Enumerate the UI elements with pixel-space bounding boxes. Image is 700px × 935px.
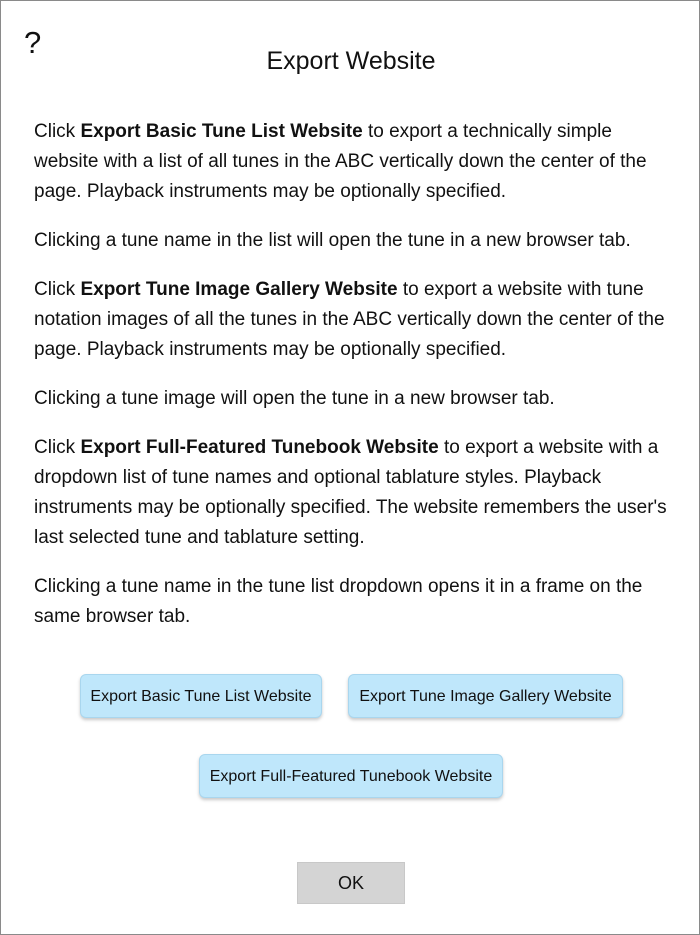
export-website-dialog: ? Export Website Click Export Basic Tune… [0, 0, 700, 935]
export-full-featured-tunebook-button[interactable]: Export Full-Featured Tunebook Website [199, 754, 503, 798]
dialog-title: Export Website [266, 47, 436, 75]
ok-button[interactable]: OK [297, 862, 405, 904]
paragraph-basic-note: Clicking a tune name in the list will op… [34, 230, 631, 251]
dialog-content: Click Export Basic Tune List Website to … [34, 117, 674, 651]
paragraph-gallery-note: Clicking a tune image will open the tune… [34, 388, 555, 409]
paragraph-full-note: Clicking a tune name in the tune list dr… [34, 576, 643, 627]
paragraph-text: Click [34, 279, 81, 300]
paragraph-basic-description: Click Export Basic Tune List Website to … [34, 117, 674, 207]
paragraph-text: Click [34, 437, 81, 458]
paragraph-full-description: Click Export Full-Featured Tunebook Webs… [34, 433, 674, 553]
paragraph-bold-text: Export Tune Image Gallery Website [80, 279, 398, 300]
paragraph-bold-text: Export Full-Featured Tunebook Website [80, 437, 439, 458]
export-tune-image-gallery-button[interactable]: Export Tune Image Gallery Website [348, 674, 623, 718]
paragraph-bold-text: Export Basic Tune List Website [80, 121, 363, 142]
export-basic-tune-list-button[interactable]: Export Basic Tune List Website [80, 674, 322, 718]
paragraph-text: Click [34, 121, 81, 142]
paragraph-gallery-description: Click Export Tune Image Gallery Website … [34, 275, 674, 365]
